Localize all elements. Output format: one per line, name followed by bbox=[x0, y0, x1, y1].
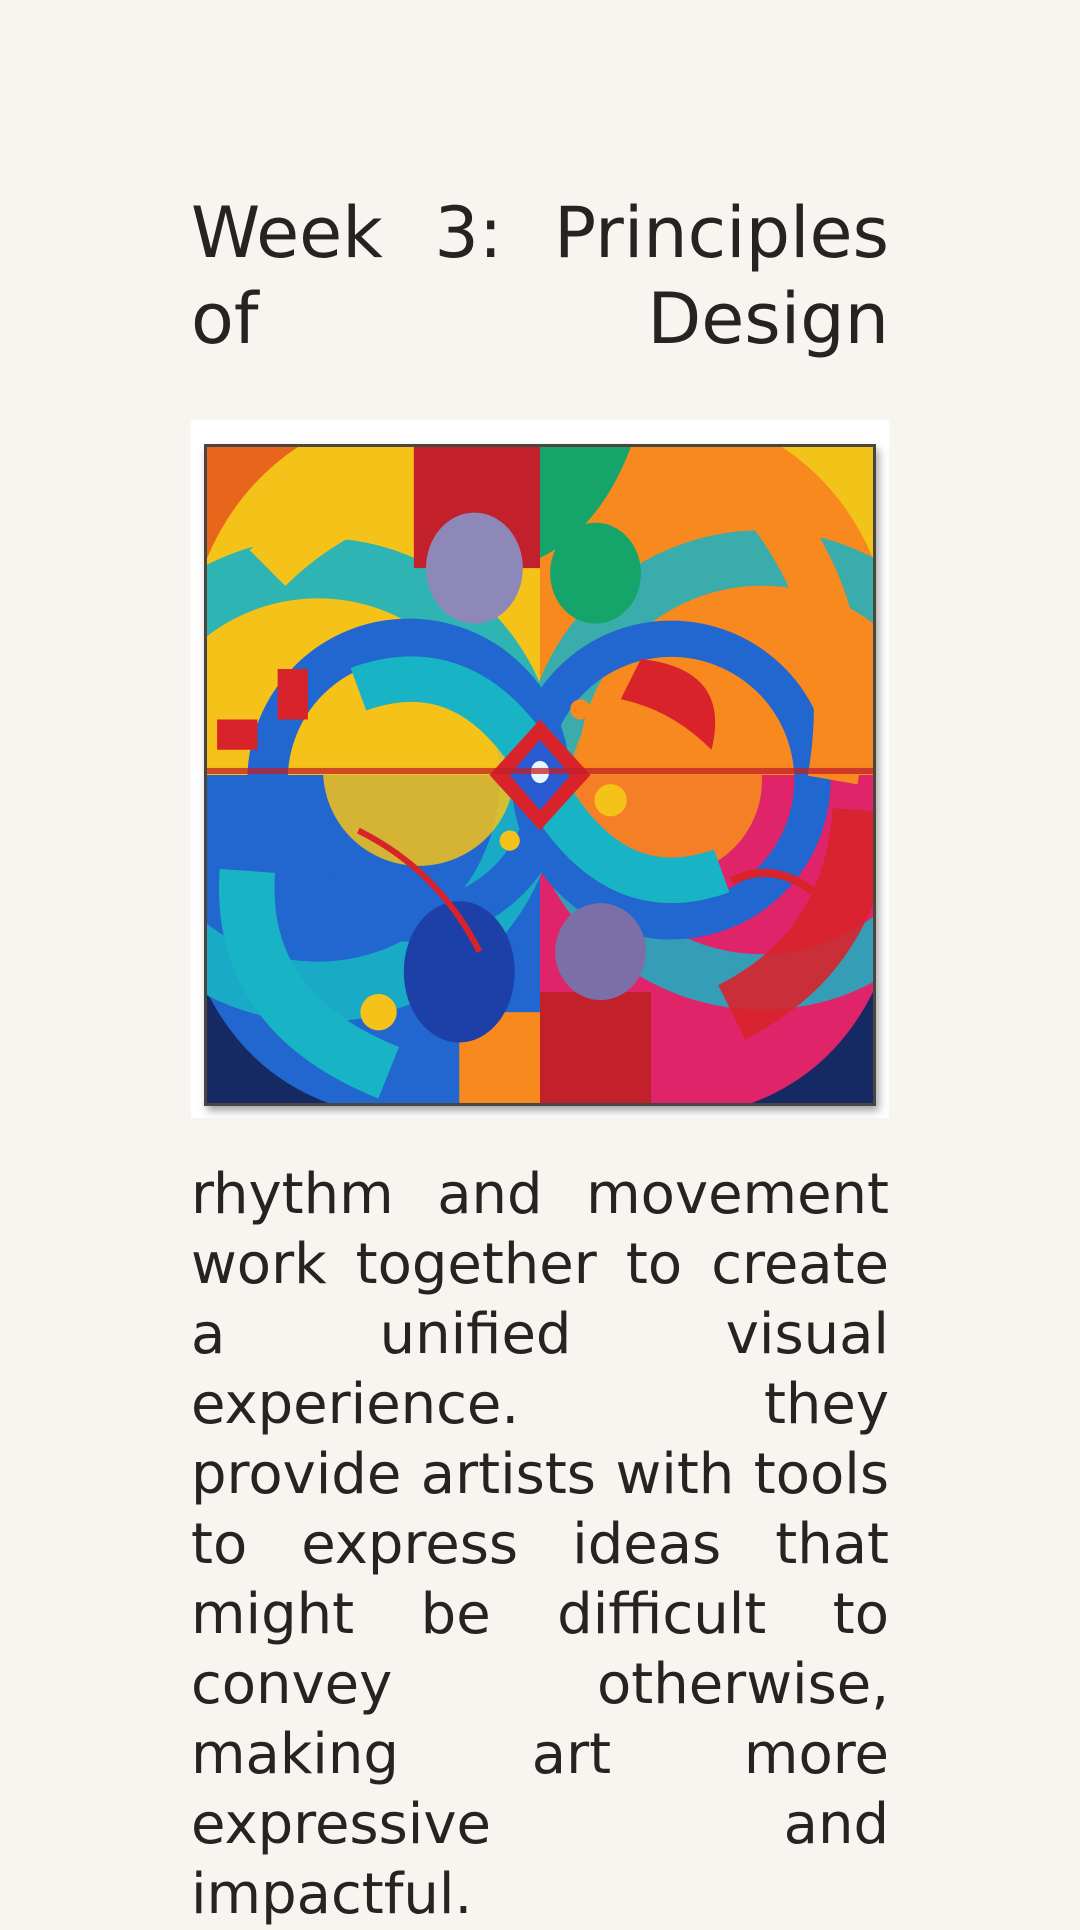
abstract-painting bbox=[204, 444, 876, 1106]
page-title: Week 3: Principles of Design bbox=[191, 192, 889, 360]
body-paragraph: rhythm and movement work together to cre… bbox=[191, 1162, 889, 1927]
artwork-image bbox=[191, 420, 889, 1118]
painting-svg bbox=[207, 447, 873, 1103]
